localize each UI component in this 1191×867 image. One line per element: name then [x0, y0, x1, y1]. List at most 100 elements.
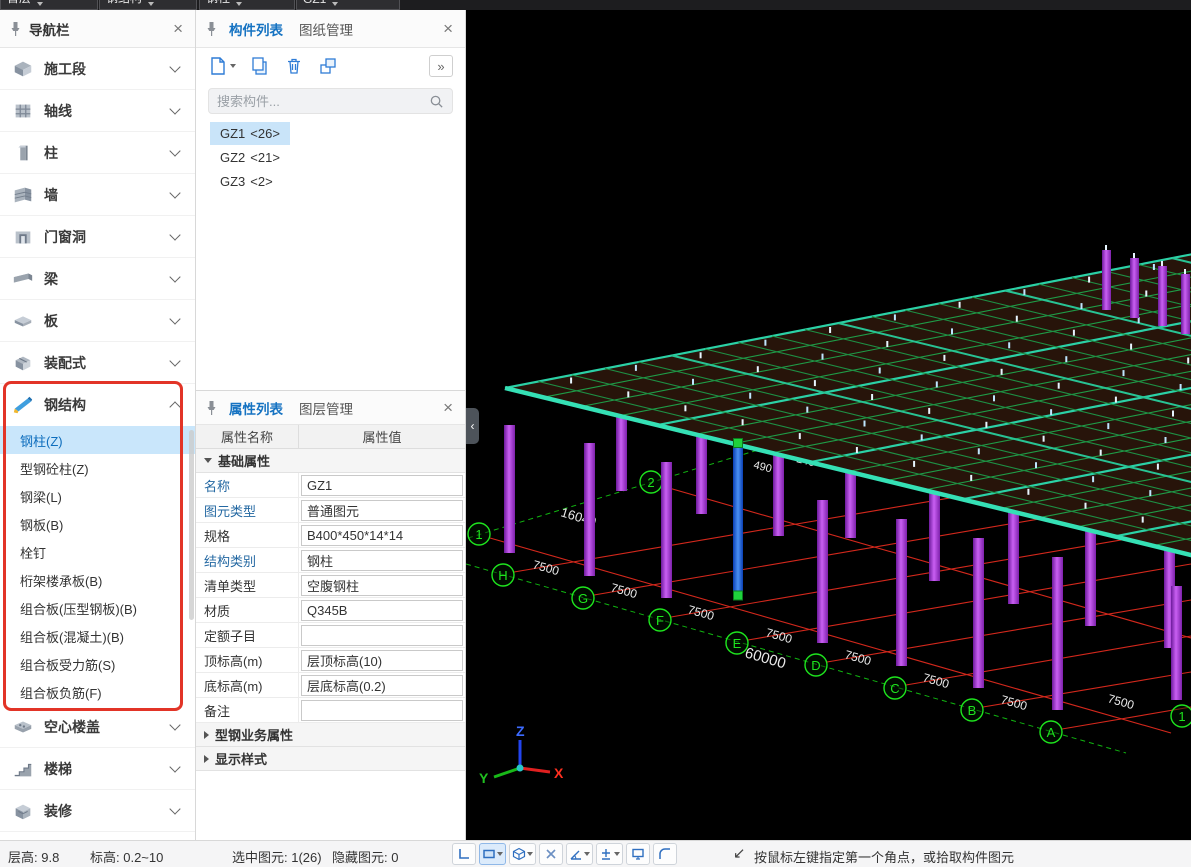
sidebar-item-slab[interactable]: 板	[0, 300, 195, 342]
sidebar-item-beam[interactable]: 梁	[0, 258, 195, 300]
pin-icon[interactable]	[10, 21, 21, 37]
sidebar-item-construction-segment[interactable]: 施工段	[0, 48, 195, 90]
component-name: GZ1	[220, 126, 245, 141]
property-value-input[interactable]: 层顶标高(10)	[301, 650, 463, 671]
svg-text:H: H	[498, 568, 507, 583]
list-item-gz2[interactable]: GZ2<21>	[210, 146, 290, 169]
property-value-input[interactable]: 空腹钢柱	[301, 575, 463, 596]
sidebar-item-label: 门窗洞	[44, 227, 171, 247]
list-item-gz1[interactable]: GZ1<26>	[210, 122, 290, 145]
sidebar-item-label: 楼梯	[44, 759, 171, 779]
sidebar-item-label: 装配式	[44, 353, 171, 373]
sidebar-item-label: 空心楼盖	[44, 717, 171, 737]
fillet-tool-button[interactable]	[653, 843, 677, 865]
chevron-down-icon	[148, 2, 154, 6]
rect-select-button[interactable]	[479, 843, 506, 865]
property-value-input[interactable]	[301, 625, 463, 646]
view-cube-button[interactable]	[509, 843, 536, 865]
close-icon[interactable]: ×	[171, 20, 185, 37]
navigation-panel: 导航栏 × 施工段 轴线 柱 墙 门窗洞 梁 板	[0, 10, 196, 840]
delete-component-button[interactable]	[284, 56, 304, 76]
sidebar-subitem-steel-column[interactable]: 钢柱(Z)	[0, 426, 195, 454]
sidebar-item-label: 装修	[44, 801, 171, 821]
property-value-column-header: 属性值	[299, 425, 465, 448]
svg-text:7500: 7500	[999, 692, 1029, 713]
viewport-3d[interactable]: 12HGFEDCBA1 7500750075007500750075007500…	[466, 10, 1191, 840]
sidebar-item-opening[interactable]: 门窗洞	[0, 216, 195, 258]
chevron-down-icon	[230, 64, 236, 68]
close-icon[interactable]: ×	[441, 399, 455, 416]
tab-drawing-management[interactable]: 图纸管理	[295, 19, 357, 39]
sidebar-subitem-steel-beam[interactable]: 钢梁(L)	[0, 482, 195, 510]
search-icon[interactable]	[429, 94, 444, 109]
copy-component-button[interactable]	[250, 56, 270, 76]
fullscreen-button[interactable]	[626, 843, 650, 865]
tab-layer-management[interactable]: 图层管理	[295, 398, 357, 418]
chevron-down-icon	[169, 187, 180, 198]
sidebar-subitem-composite-rebar-f[interactable]: 组合板负筋(F)	[0, 678, 195, 706]
section-basic-properties[interactable]: 基础属性	[196, 449, 465, 473]
pin-icon[interactable]	[206, 400, 217, 416]
property-value-input[interactable]: B400*450*14*14	[301, 525, 463, 546]
sidebar-item-wall[interactable]: 墙	[0, 174, 195, 216]
selected-steel-column[interactable]	[733, 439, 743, 601]
viewport-canvas[interactable]: 12HGFEDCBA1 7500750075007500750075007500…	[466, 10, 1191, 840]
sidebar-item-decoration[interactable]: 装修	[0, 790, 195, 832]
list-item-gz3[interactable]: GZ3<2>	[210, 170, 283, 193]
sidebar-item-prefab[interactable]: 装配式	[0, 342, 195, 384]
component-search	[208, 88, 453, 114]
section-steel-business-properties[interactable]: 型钢业务属性	[196, 723, 465, 747]
property-value-input[interactable]: Q345B	[301, 600, 463, 621]
sidebar-subitem-steel-plate[interactable]: 钢板(B)	[0, 510, 195, 538]
sidebar-item-column[interactable]: 柱	[0, 132, 195, 174]
axes-tool-button[interactable]	[452, 843, 476, 865]
tab-property-list[interactable]: 属性列表	[225, 398, 287, 418]
sidebar-item-hollow-floor[interactable]: 空心楼盖	[0, 706, 195, 748]
svg-text:1: 1	[1178, 709, 1185, 724]
property-value-input[interactable]: 层底标高(0.2)	[301, 675, 463, 696]
property-row-material: 材质Q345B	[196, 598, 465, 623]
sidebar-subitem-composite-rebar-s[interactable]: 组合板受力筋(S)	[0, 650, 195, 678]
section-display-style[interactable]: 显示样式	[196, 747, 465, 771]
category-select-dropdown[interactable]: 钢结构	[99, 0, 197, 10]
interlayer-copy-button[interactable]	[318, 56, 338, 76]
component-list-panel: 构件列表 图纸管理 × » GZ1<26>	[196, 10, 466, 390]
category-select-value: 钢结构	[106, 0, 142, 6]
svg-text:7500: 7500	[686, 602, 716, 623]
properties-panel-header: 属性列表 图层管理 ×	[196, 391, 465, 425]
sidebar-subitem-composite-deck-concrete[interactable]: 组合板(混凝土)(B)	[0, 622, 195, 650]
sidebar-subitem-stud[interactable]: 栓钉	[0, 538, 195, 566]
collapse-panel-button[interactable]: ‹	[466, 408, 479, 444]
chevron-down-icon	[169, 145, 180, 156]
navigation-panel-header: 导航栏 ×	[0, 10, 195, 48]
sidebar-item-label: 板	[44, 311, 171, 331]
floor-select-dropdown[interactable]: 首层	[0, 0, 98, 10]
search-input[interactable]	[217, 94, 429, 109]
sidebar-item-axis[interactable]: 轴线	[0, 90, 195, 132]
sidebar-subitem-src-column[interactable]: 型钢砼柱(Z)	[0, 454, 195, 482]
sidebar-subitem-truss-deck[interactable]: 桁架楼承板(B)	[0, 566, 195, 594]
angle-tool-button[interactable]	[566, 843, 593, 865]
new-component-button[interactable]	[208, 56, 236, 76]
subitem-label: 组合板(混凝土)(B)	[20, 627, 124, 646]
nav-scrollbar[interactable]	[189, 430, 194, 620]
subitem-label: 桁架楼承板(B)	[20, 571, 102, 590]
floor-height-label: 层高: 9.8	[8, 847, 59, 866]
triad-x-label: X	[554, 765, 564, 781]
cancel-tool-button[interactable]	[539, 843, 563, 865]
property-value-input[interactable]: 普通图元	[301, 500, 463, 521]
property-value-input[interactable]: 钢柱	[301, 550, 463, 571]
triangle-right-icon	[204, 755, 209, 763]
expand-toolbar-button[interactable]: »	[429, 55, 453, 77]
property-value-input[interactable]: GZ1	[301, 475, 463, 496]
close-icon[interactable]: ×	[441, 20, 455, 37]
property-value-input[interactable]	[301, 700, 463, 721]
tab-component-list[interactable]: 构件列表	[225, 19, 287, 39]
coordinate-input-button[interactable]	[596, 843, 623, 865]
pin-icon[interactable]	[206, 21, 217, 37]
sidebar-subitem-composite-deck-steel[interactable]: 组合板(压型钢板)(B)	[0, 594, 195, 622]
element-select-dropdown[interactable]: GZ1	[296, 0, 400, 10]
sidebar-item-stairs[interactable]: 楼梯	[0, 748, 195, 790]
sidebar-item-steel-structure[interactable]: 钢结构	[0, 384, 195, 426]
type-select-dropdown[interactable]: 钢柱	[199, 0, 295, 10]
